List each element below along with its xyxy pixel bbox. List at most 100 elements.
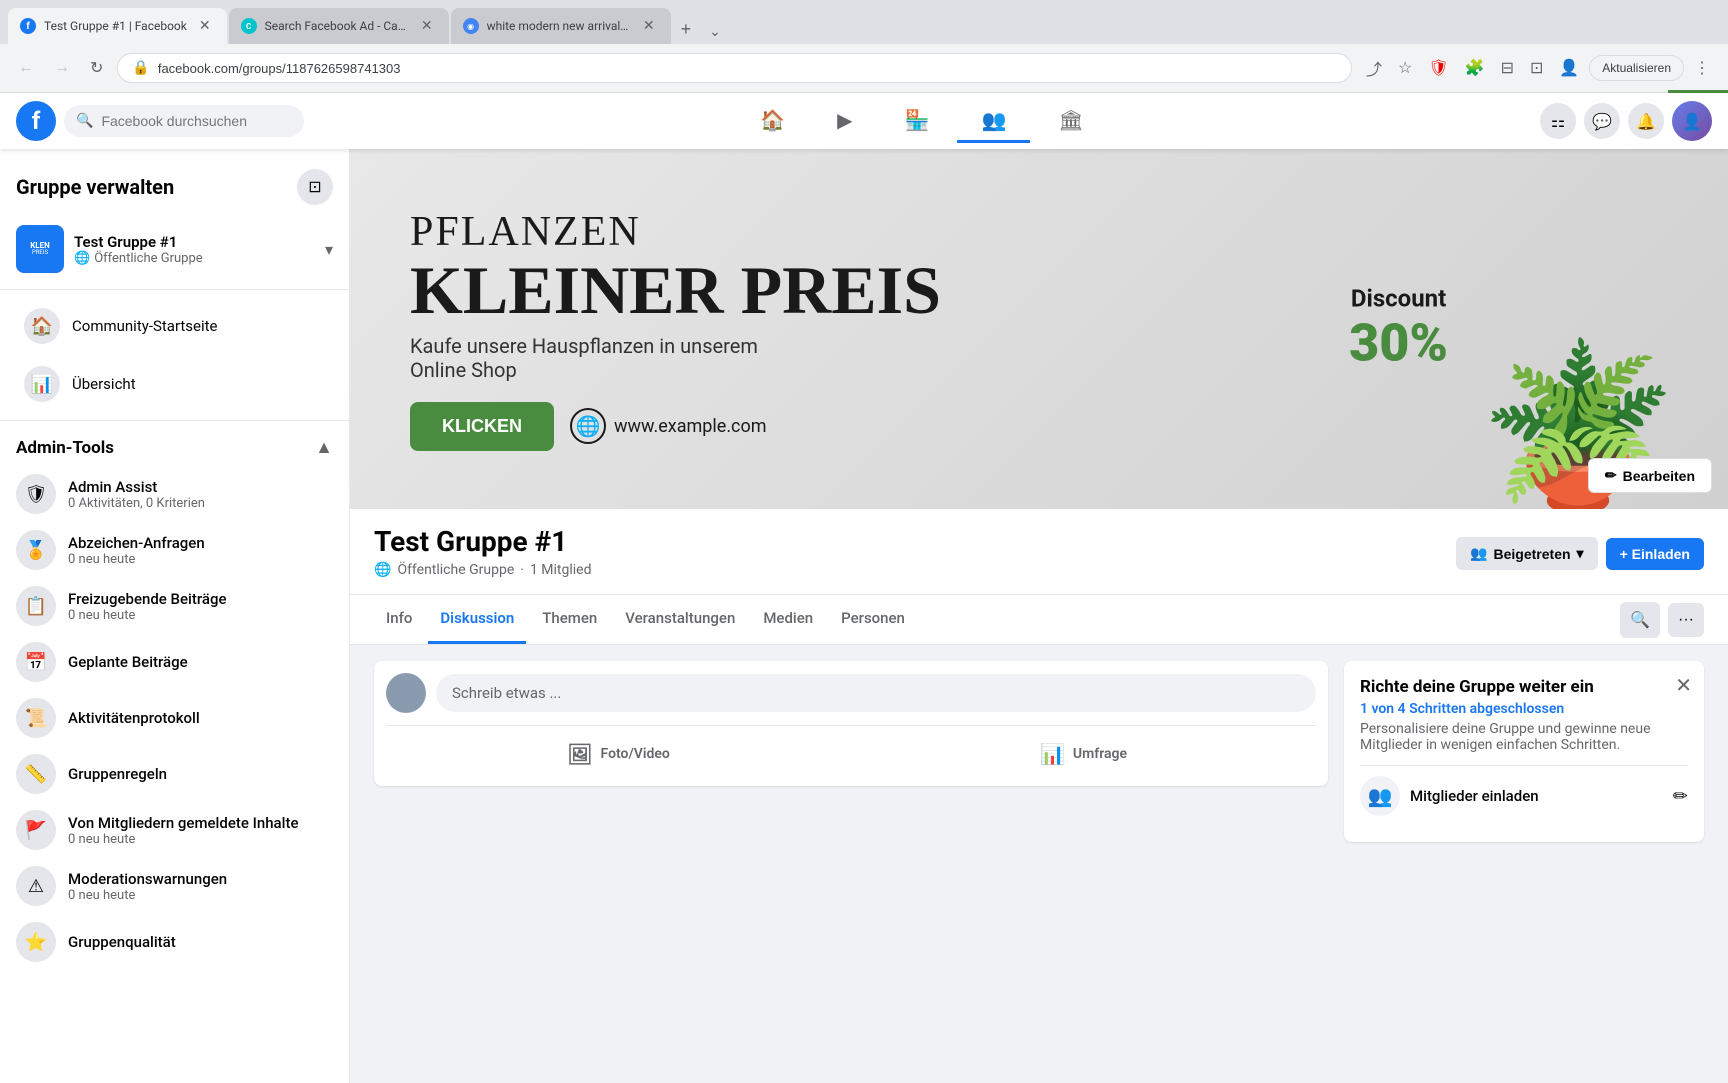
nav-marketplace[interactable]: 🏪 <box>881 100 954 143</box>
aktualisieren-button[interactable]: Aktualisieren <box>1589 55 1684 81</box>
abzeichen-label: Abzeichen-Anfragen <box>68 534 205 552</box>
cover-edit-button[interactable]: ✏ Bearbeiten <box>1588 458 1712 493</box>
group-header: Test Gruppe #1 🌐 Öffentliche Gruppe · 1 … <box>350 509 1728 595</box>
gemeldete-info: Von Mitgliedern gemeldete Inhalte 0 neu … <box>68 814 299 847</box>
search-input[interactable] <box>101 113 281 129</box>
nav-gaming[interactable]: 🏛 <box>1034 100 1107 143</box>
tab-diskussion[interactable]: Diskussion <box>428 595 526 644</box>
share-button[interactable]: ⤴ <box>1360 50 1388 86</box>
nav-home[interactable]: 🏠 <box>736 100 809 143</box>
profile-button[interactable]: 👤 <box>1553 52 1585 84</box>
sidebar-nav-overview[interactable]: 📊 Übersicht <box>8 356 341 412</box>
post-input[interactable]: Schreib etwas ... <box>436 674 1316 712</box>
reload-button[interactable]: ↻ <box>84 54 109 82</box>
umfrage-button[interactable]: 📊 Umfrage <box>851 734 1316 774</box>
freizugeben-item[interactable]: 📋 Freizugebende Beiträge 0 neu heute <box>0 578 349 634</box>
nav-groups[interactable]: 👥 <box>957 100 1030 143</box>
back-button[interactable]: ← <box>12 55 40 81</box>
photo-video-button[interactable]: 🖼 Foto/Video <box>386 734 851 774</box>
sidebar-group-item[interactable]: KLEN PREIS Test Gruppe #1 🌐 Öffentliche … <box>0 217 349 281</box>
moderations-item[interactable]: ⚠ Moderationswarnungen 0 neu heute <box>0 858 349 914</box>
aktivitaeten-item[interactable]: 📜 Aktivitätenprotokoll <box>0 690 349 746</box>
forward-button[interactable]: → <box>48 55 76 81</box>
sidebar-toggle-button[interactable]: ⊟ <box>1495 52 1520 84</box>
post-placeholder: Schreib etwas ... <box>452 684 561 702</box>
joined-button[interactable]: 👥 Beigetreten ▾ <box>1456 537 1598 570</box>
extension-1-button[interactable]: 🛡 <box>1422 52 1454 84</box>
aktivitaeten-label: Aktivitätenprotokoll <box>68 709 200 727</box>
sidebar-divider-2 <box>0 420 349 421</box>
abzeichen-item[interactable]: 🏅 Abzeichen-Anfragen 0 neu heute <box>0 522 349 578</box>
admin-assist-label: Admin Assist <box>68 478 205 496</box>
group-actions: 👥 Beigetreten ▾ + Einladen <box>1456 537 1704 570</box>
gruppenregeln-label: Gruppenregeln <box>68 765 167 783</box>
sidebar-toggle-btn[interactable]: ⊡ <box>297 169 333 205</box>
tab-2-close[interactable]: ✕ <box>417 16 437 36</box>
notifications-icon[interactable]: 🔔 <box>1628 103 1664 139</box>
discount-value: 30% <box>1349 313 1448 374</box>
tab-themen[interactable]: Themen <box>530 595 609 644</box>
abzeichen-info: Abzeichen-Anfragen 0 neu heute <box>68 534 205 567</box>
tab-info[interactable]: Info <box>374 595 424 644</box>
group-type: 🌐 Öffentliche Gruppe <box>74 251 315 266</box>
tab-3-label: white modern new arrival watc... <box>487 19 631 33</box>
freizugeben-sub: 0 neu heute <box>68 608 227 623</box>
chevron-down-icon[interactable]: ▾ <box>325 240 333 259</box>
cover-website: 🌐 www.example.com <box>570 408 767 444</box>
tab-dropdown-button[interactable]: ⌄ <box>701 19 729 44</box>
gemeldete-item[interactable]: 🚩 Von Mitgliedern gemeldete Inhalte 0 ne… <box>0 802 349 858</box>
tab-more-button[interactable]: ··· <box>1668 603 1704 637</box>
tab-3-close[interactable]: ✕ <box>639 16 659 36</box>
setup-panel: ✕ Richte deine Gruppe weiter ein 1 von 4… <box>1344 661 1704 842</box>
browser-tab-1[interactable]: f Test Gruppe #1 | Facebook ✕ <box>8 8 227 44</box>
nav-video[interactable]: ▶ <box>813 100 876 143</box>
setup-close-button[interactable]: ✕ <box>1675 673 1692 698</box>
content-area: Schreib etwas ... 🖼 Foto/Video 📊 Umfrage <box>350 645 1728 858</box>
admin-assist-icon: 🛡 <box>16 474 56 514</box>
address-bar[interactable]: 🔒 <box>117 53 1352 83</box>
bookmark-button[interactable]: ☆ <box>1392 52 1418 84</box>
group-type-label: Öffentliche Gruppe <box>397 562 514 578</box>
extension-2-button[interactable]: 🧩 <box>1459 52 1491 84</box>
admin-assist-item[interactable]: 🛡 Admin Assist 0 Aktivitäten, 0 Kriterie… <box>0 466 349 522</box>
setup-invite-item[interactable]: 👥 Mitglieder einladen ✏ <box>1360 765 1688 826</box>
setup-edit-icon: ✏ <box>1673 786 1688 807</box>
main-content: PFLANZEN KLEINER PREIS Kaufe unsere Haus… <box>350 149 1728 1083</box>
meta-separator: · <box>520 562 524 578</box>
page-layout: Gruppe verwalten ⊡ KLEN PREIS Test Grupp… <box>0 149 1728 1083</box>
gruppenqualitaet-item[interactable]: ⭐ Gruppenqualität <box>0 914 349 970</box>
menu-button[interactable]: ⋮ <box>1688 52 1716 84</box>
setup-title: Richte deine Gruppe weiter ein <box>1360 677 1688 697</box>
messenger-icon[interactable]: 💬 <box>1584 103 1620 139</box>
gruppenregeln-item[interactable]: 📏 Gruppenregeln <box>0 746 349 802</box>
admin-section-toggle[interactable]: ▲ <box>315 437 333 458</box>
canva-favicon: C <box>241 18 257 34</box>
tab-veranstaltungen[interactable]: Veranstaltungen <box>613 595 747 644</box>
klicken-button[interactable]: KLICKEN <box>410 402 554 451</box>
url-input[interactable] <box>158 61 1337 76</box>
tab-medien[interactable]: Medien <box>751 595 825 644</box>
invite-button[interactable]: + Einladen <box>1606 538 1704 570</box>
browser-tab-2[interactable]: C Search Facebook Ad - Canva ✕ <box>229 8 449 44</box>
tab-search-button[interactable]: 🔍 <box>1620 602 1660 638</box>
post-input-row: Schreib etwas ... <box>386 673 1316 713</box>
user-avatar[interactable]: 👤 <box>1672 101 1712 141</box>
group-info: Test Gruppe #1 🌐 Öffentliche Gruppe <box>74 233 315 266</box>
facebook-header: f 🔍 🏠 ▶ 🏪 👥 🏛 ⚏ 💬 🔔 👤 <box>0 93 1728 149</box>
tab-personen[interactable]: Personen <box>829 595 917 644</box>
search-container[interactable]: 🔍 <box>64 105 304 137</box>
browser-tab-3[interactable]: ◉ white modern new arrival watc... ✕ <box>451 8 671 44</box>
discount-label: Discount <box>1349 285 1448 313</box>
tab-1-close[interactable]: ✕ <box>195 16 215 36</box>
apps-icon[interactable]: ⚏ <box>1540 103 1576 139</box>
overview-icon: 📊 <box>24 366 60 402</box>
community-icon: 🏠 <box>24 308 60 344</box>
geplante-item[interactable]: 📅 Geplante Beiträge <box>0 634 349 690</box>
cover-plant-image: 🪴 <box>1458 149 1698 509</box>
new-tab-button[interactable]: + <box>673 15 700 44</box>
facebook-logo[interactable]: f <box>16 101 56 141</box>
cover-image: PFLANZEN KLEINER PREIS Kaufe unsere Haus… <box>350 149 1728 509</box>
other-favicon: ◉ <box>463 18 479 34</box>
sidebar-nav-community[interactable]: 🏠 Community-Startseite <box>8 298 341 354</box>
split-view-button[interactable]: ⊡ <box>1524 52 1549 84</box>
